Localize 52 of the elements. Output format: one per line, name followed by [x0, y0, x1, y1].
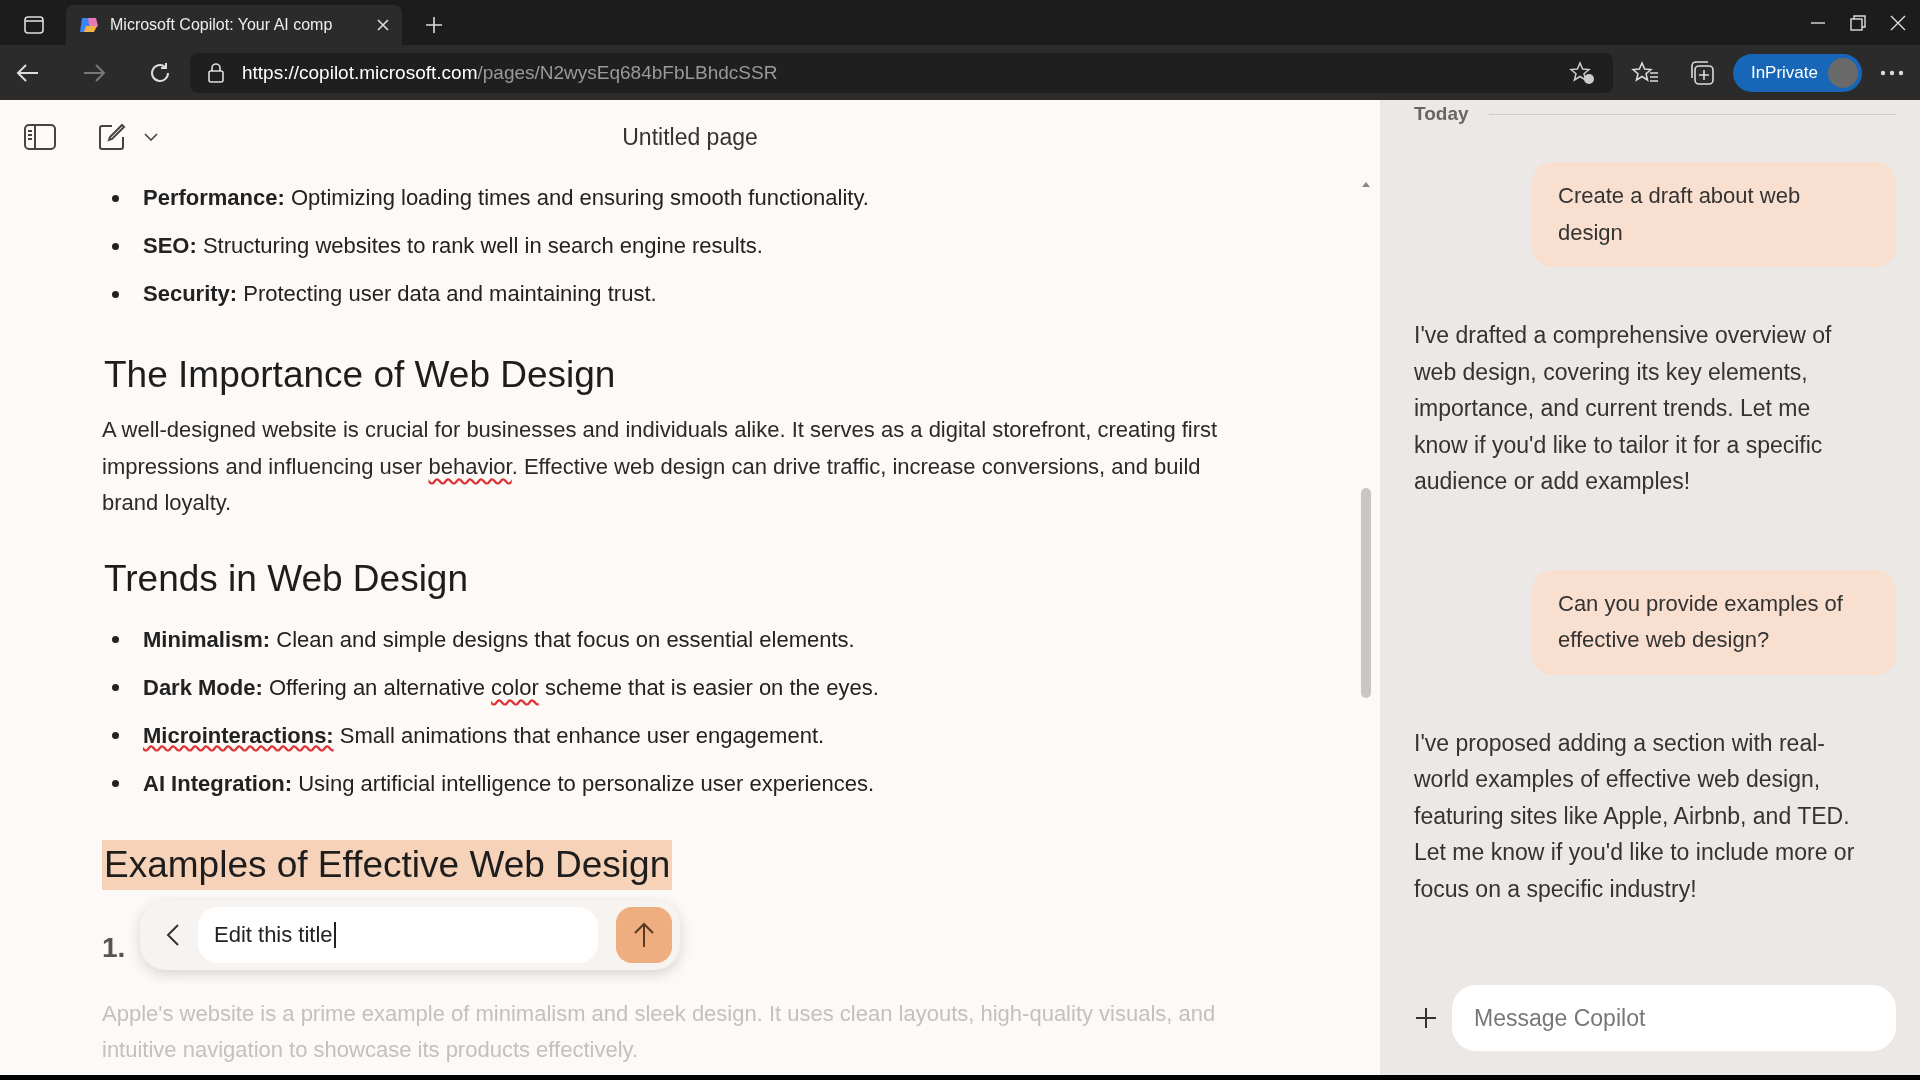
forward-arrow-icon[interactable]	[82, 62, 106, 83]
section-heading: Trends in Web Design	[103, 556, 469, 601]
user-message: Create a draft about web design	[1532, 162, 1896, 267]
bullet-text: Dark Mode: Offering an alternative color scheme that is easier on the eyes.	[143, 674, 879, 701]
refresh-icon[interactable]	[148, 60, 172, 85]
message-input-field[interactable]: Message Copilot	[1452, 985, 1896, 1051]
page-title: Untitled page	[622, 124, 758, 151]
close-icon[interactable]	[376, 18, 390, 32]
lock-icon	[208, 62, 224, 83]
day-label: Today	[1414, 103, 1469, 125]
inprivate-button[interactable]: InPrivate	[1732, 53, 1862, 92]
tab-title: Microsoft Copilot: Your AI comp	[110, 16, 334, 34]
paragraph: A well-designed website is crucial for businesses and individuals alike. It serves as a digital storefront, creating first impressions and influencing user behavior. Effective web design can drive traffic, increase conversions, and build brand loyalty.	[102, 416, 1219, 517]
bullet-text: Security: Protecting user data and maintaining trust.	[143, 281, 657, 307]
bullet-text: Performance: Optimizing loading times and ensuring smooth functionality.	[143, 185, 869, 211]
bullet-text: Minimalism: Clean and simple designs that focus on essential elements.	[143, 626, 855, 653]
collections-icon[interactable]	[1688, 59, 1715, 86]
bullet-dot	[112, 684, 119, 691]
bullet-dot	[112, 290, 119, 298]
assistant-message: I've proposed adding a section with real-world examples of effective web design, featuring sites like Apple, Airbnb, and TED. Let me know if you'd like to include more or focus on a specific industry!	[1414, 728, 1856, 904]
sidebar-toggle-icon[interactable]	[24, 124, 56, 150]
bullet-text: Microinteractions: Small animations that enhance user engagement.	[143, 722, 825, 749]
bullet-dot	[112, 780, 119, 787]
arrow-up-icon	[632, 921, 656, 949]
scroll-up-icon[interactable]	[1361, 180, 1371, 188]
send-button[interactable]	[616, 907, 672, 963]
faded-paragraph: Apple's website is a prime example of minimalism and sleek design. It uses clean layouts, high-quality visuals, and intuitive navigation to showcase its products effectively.	[102, 999, 1217, 1064]
section-heading: The Importance of Web Design	[103, 353, 617, 397]
restore-icon[interactable]	[1850, 14, 1866, 31]
scrollbar-thumb[interactable]	[1361, 488, 1371, 698]
bullet-text: AI Integration: Using artificial intelligence to personalize user experiences.	[143, 770, 875, 797]
user-message: Can you provide examples of effective web design?	[1532, 569, 1896, 675]
bullet-dot	[112, 732, 119, 739]
compose-icon[interactable]	[98, 123, 126, 151]
section-heading: Examples of Effective Web Design	[102, 839, 673, 890]
favorites-icon[interactable]	[1630, 60, 1659, 85]
bullet-dot	[112, 636, 119, 643]
back-arrow-icon[interactable]	[16, 62, 40, 83]
bullet-dot	[112, 194, 119, 202]
star-plus-icon[interactable]	[1568, 60, 1595, 85]
bullet-dot	[112, 242, 119, 250]
avatar-icon	[1828, 57, 1858, 88]
back-chevron-icon[interactable]	[166, 923, 180, 947]
more-icon[interactable]	[1880, 69, 1904, 76]
list-number: 1.	[102, 931, 126, 963]
add-icon[interactable]	[1414, 1006, 1438, 1030]
browser-tab[interactable]: Microsoft Copilot: Your AI comp	[66, 5, 402, 45]
title-input-field[interactable]: Edit this title	[198, 907, 598, 963]
close-icon[interactable]	[1890, 14, 1906, 31]
assistant-message: I've drafted a comprehensive overview of web design, covering its key elements, importance, and current trends. Let me know if you'd like to tailor it for a specific audience or add examples!	[1414, 321, 1833, 496]
chevron-down-icon[interactable]	[144, 133, 158, 141]
bullet-text: SEO: Structuring websites to rank well in search engine results.	[143, 233, 763, 259]
